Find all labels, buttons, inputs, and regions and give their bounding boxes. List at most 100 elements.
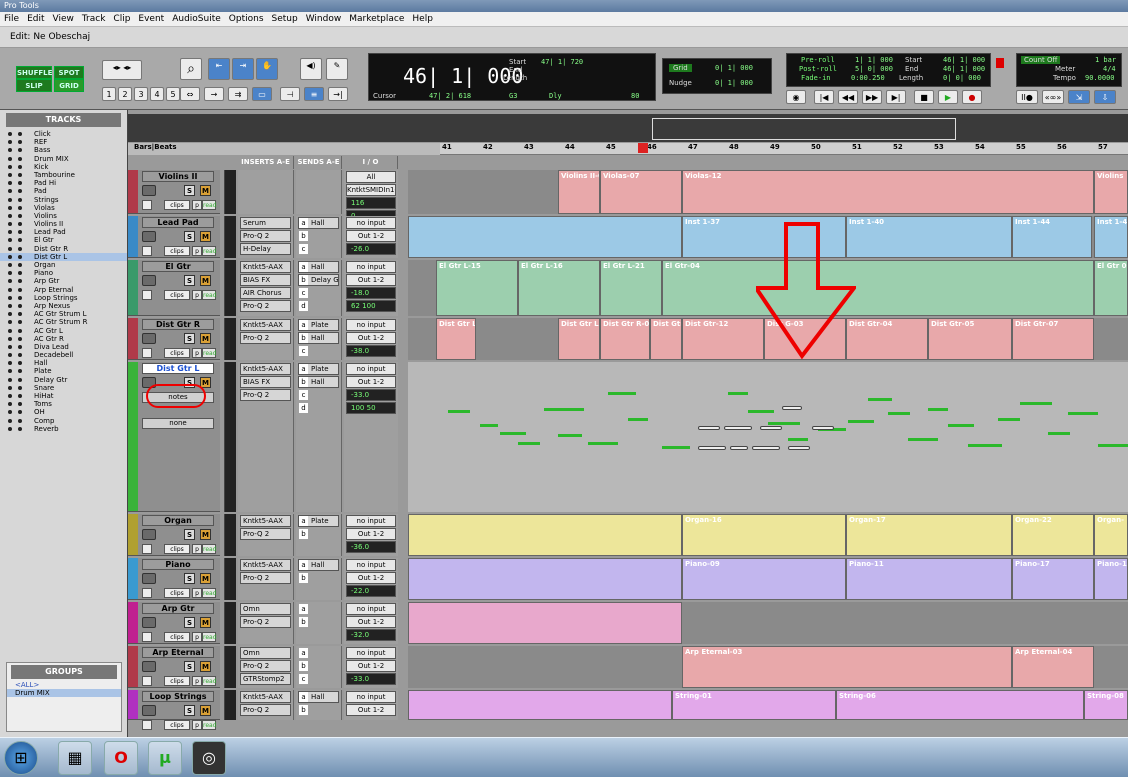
insert-slot[interactable]: Pro-Q 2	[240, 528, 291, 540]
conductor-icon[interactable]: ⇲	[1068, 90, 1090, 104]
send-slot[interactable]: b	[298, 230, 339, 242]
clip[interactable]: Inst 1-44	[1012, 216, 1092, 258]
tracklist-item[interactable]: Decadebell	[0, 351, 127, 359]
show-hide-icon[interactable]	[8, 426, 12, 431]
midi-note[interactable]	[588, 442, 618, 445]
midi-note[interactable]	[968, 444, 1002, 447]
clip[interactable]: Dist Gtr-12	[682, 318, 764, 360]
send-slot[interactable]: c	[298, 345, 339, 357]
track-view-icon[interactable]	[142, 200, 152, 210]
playhead-marker-icon[interactable]	[638, 143, 648, 153]
show-hide-icon[interactable]	[8, 222, 12, 227]
tracks-pane-header[interactable]: TRACKS	[6, 113, 121, 127]
menu-view[interactable]: View	[49, 14, 78, 24]
menu-event[interactable]: Event	[134, 14, 168, 24]
track-active-icon[interactable]	[18, 344, 22, 349]
record-enable-button[interactable]	[142, 529, 156, 540]
track-active-icon[interactable]	[18, 271, 22, 276]
track-active-icon[interactable]	[18, 385, 22, 390]
insert-slot[interactable]: Pro-Q 2	[240, 616, 291, 628]
grid-mode-button[interactable]: GRID	[54, 79, 84, 92]
send-slot[interactable]: a Plate	[298, 515, 339, 527]
selected-midi-note[interactable]	[698, 426, 720, 430]
insert-slot[interactable]: Kntkt5-AAX	[240, 319, 291, 331]
send-slot[interactable]: a Plate	[298, 319, 339, 331]
track-active-icon[interactable]	[18, 164, 22, 169]
edit-tool-g-icon[interactable]: →|	[328, 87, 348, 101]
track-active-icon[interactable]	[18, 222, 22, 227]
record-enable-button[interactable]	[142, 661, 156, 672]
clip[interactable]: El Gtr-04	[662, 260, 1094, 316]
track-active-icon[interactable]	[18, 172, 22, 177]
track-active-icon[interactable]	[18, 238, 22, 243]
show-hide-icon[interactable]	[8, 205, 12, 210]
track-name[interactable]: Dist Gtr L	[142, 363, 214, 374]
track-active-icon[interactable]	[18, 197, 22, 202]
postroll-value[interactable]: 5| 0| 000	[855, 65, 893, 73]
midi-note[interactable]	[480, 424, 498, 427]
slip-mode-button[interactable]: SLIP	[16, 79, 52, 92]
automation-mode-selector[interactable]: read	[202, 632, 217, 642]
scrubber-tool-icon[interactable]: ◀)	[300, 58, 322, 80]
clips-view-selector[interactable]: clips	[164, 290, 190, 300]
clip[interactable]: Violas-07	[600, 170, 682, 214]
tracklist-item[interactable]: Arp Gtr	[0, 277, 127, 285]
zoom-preset-4[interactable]: 4	[150, 87, 164, 101]
output-selector[interactable]: Out 1-2	[346, 528, 396, 540]
input-selector[interactable]: no input	[346, 515, 396, 527]
show-hide-icon[interactable]	[8, 132, 12, 136]
track-active-icon[interactable]	[18, 148, 22, 153]
input-selector[interactable]: no input	[346, 363, 396, 375]
show-hide-icon[interactable]	[8, 328, 12, 333]
insert-slot[interactable]: Pro-Q 2	[240, 704, 291, 716]
selected-midi-note[interactable]	[760, 426, 782, 430]
edit-tool-c-icon[interactable]: ⇉	[228, 87, 248, 101]
record-enable-button[interactable]	[142, 185, 156, 196]
zoom-preset-3[interactable]: 3	[134, 87, 148, 101]
tracklist-item[interactable]: Drum MIX	[0, 155, 127, 163]
solo-button[interactable]: S	[184, 617, 195, 628]
send-slot[interactable]: a	[298, 647, 339, 659]
track-color-strip[interactable]	[128, 646, 138, 687]
clip[interactable]: String-08	[1084, 690, 1128, 720]
bars-beats-ruler[interactable]: 41 42 43 44 45 46 47 48 49 50 51 52 53 54 55 56 57	[440, 143, 1128, 155]
groups-pane-header[interactable]: GROUPS	[11, 665, 117, 679]
volume-readout[interactable]: -26.0	[346, 243, 396, 255]
volume-readout[interactable]: -32.0	[346, 629, 396, 641]
selected-midi-note[interactable]	[812, 426, 834, 430]
tracklist-item[interactable]: Loop Strings	[0, 294, 127, 302]
insert-slot[interactable]: Serum	[240, 217, 291, 229]
show-hide-icon[interactable]	[8, 197, 12, 202]
edit-tool-e-icon[interactable]: ⊣	[280, 87, 300, 101]
clips-view-selector[interactable]: clips	[164, 246, 190, 256]
menu-window[interactable]: Window	[302, 14, 346, 24]
menu-marketplace[interactable]: Marketplace	[345, 14, 408, 24]
postroll-label[interactable]: Post-roll	[799, 65, 837, 73]
clip[interactable]: Inst 1-40	[846, 216, 1012, 258]
selected-midi-note[interactable]	[752, 446, 780, 450]
zoom-preset-2[interactable]: 2	[118, 87, 132, 101]
clip[interactable]: Dist Gtr-04	[846, 318, 928, 360]
insert-slot[interactable]: BIAS FX	[240, 376, 291, 388]
automation-mode-selector[interactable]: read	[202, 676, 217, 686]
show-hide-icon[interactable]	[8, 369, 12, 374]
show-hide-icon[interactable]	[8, 303, 12, 308]
output-selector[interactable]: Out 1-2	[346, 376, 396, 388]
selected-midi-note[interactable]	[782, 406, 802, 410]
track-view-icon[interactable]	[142, 246, 152, 256]
clip[interactable]: Violins II-0	[558, 170, 600, 214]
tracklist-item[interactable]: AC Gtr Strum L	[0, 310, 127, 318]
menu-setup[interactable]: Setup	[268, 14, 302, 24]
selector-tool-icon[interactable]: ⇥	[232, 58, 254, 80]
track-active-icon[interactable]	[18, 418, 22, 423]
preroll-label[interactable]: Pre-roll	[801, 56, 835, 64]
show-hide-icon[interactable]	[8, 140, 12, 145]
clip[interactable]: Organ-	[1094, 514, 1128, 556]
send-slot[interactable]: d	[298, 402, 339, 414]
input-selector[interactable]: no input	[346, 647, 396, 659]
track-playlist[interactable]: Organ-16 Organ-17 Organ-22 Organ-	[408, 514, 1128, 556]
show-hide-icon[interactable]	[8, 295, 12, 300]
mute-button[interactable]: M	[200, 333, 211, 344]
automation-mode-selector[interactable]: read	[202, 348, 217, 358]
insert-slot[interactable]: Pro-Q 2	[240, 660, 291, 672]
